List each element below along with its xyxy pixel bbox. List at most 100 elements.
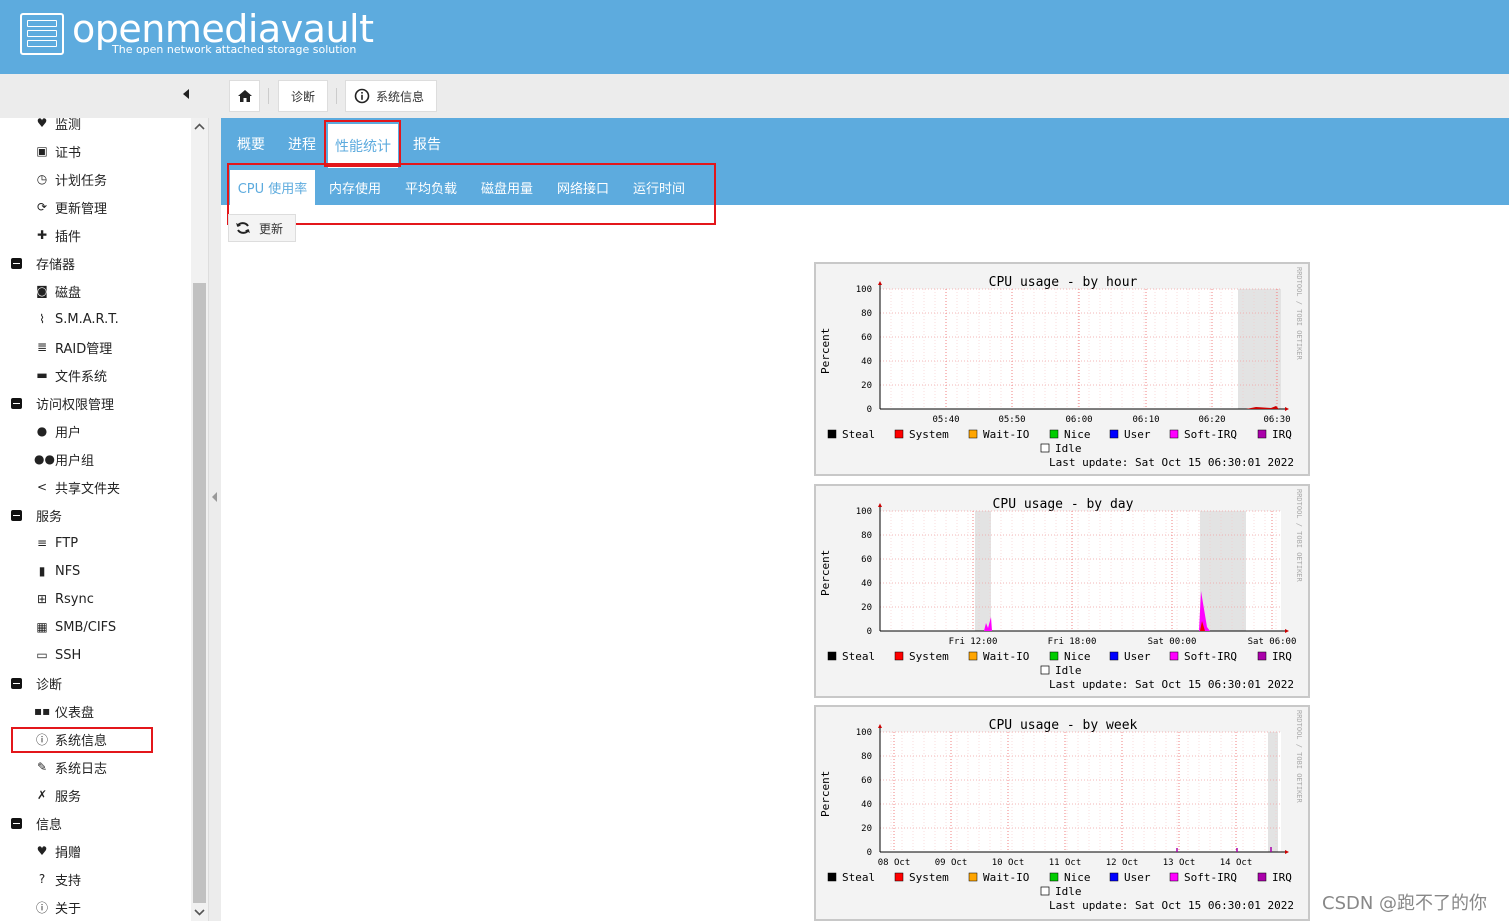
breadcrumb-system-info[interactable]: 系统信息 [345, 80, 437, 112]
sidebar-item-system-log[interactable]: ✎ 系统日志 [34, 755, 107, 779]
x-tick-label: 11 Oct [1049, 858, 1082, 868]
sidebar-item-shared-folders[interactable]: < 共享文件夹 [34, 475, 120, 499]
refresh-button[interactable]: 更新 [228, 214, 296, 242]
y-tick-label: 0 [867, 627, 872, 637]
legend-label: User [1124, 871, 1151, 884]
graph-title: CPU usage - by hour [989, 275, 1138, 290]
collapse-sidebar-icon[interactable] [183, 89, 189, 99]
sidebar-item-about[interactable]: ⓘ 关于 [34, 895, 81, 919]
legend-swatch [894, 872, 904, 882]
legend-swatch [894, 651, 904, 661]
legend-label: User [1124, 650, 1151, 663]
tab-report[interactable]: 报告 [405, 124, 449, 164]
scroll-down-icon[interactable] [191, 905, 208, 919]
night-shade [1268, 732, 1278, 852]
sidebar-item-groups[interactable]: ●● 用户组 [34, 447, 94, 471]
sidebar-item-scheduled-jobs[interactable]: ◷ 计划任务 [34, 167, 107, 191]
graph-title: CPU usage - by week [989, 718, 1138, 733]
home-button[interactable] [229, 80, 260, 112]
sidebar-item-storage[interactable]: 存储器 [11, 251, 75, 275]
heart-icon: ♥ [36, 844, 48, 858]
sidebar-item-monitoring[interactable]: ♥ 监测 [34, 118, 81, 135]
sidebar-item-support[interactable]: ? 支持 [34, 867, 81, 891]
legend-swatch [827, 429, 837, 439]
edit-icon: ✎ [36, 760, 48, 774]
sidebar-item-diagnostics[interactable]: 诊断 [11, 671, 62, 695]
sidebar-item-label: 服务 [36, 509, 63, 525]
legend-swatch [1169, 651, 1179, 661]
sidebar-item-label: 信息 [36, 817, 63, 833]
sidebar-item-smb-cifs[interactable]: ▦ SMB/CIFS [34, 615, 116, 639]
legend-label: User [1124, 428, 1151, 441]
disk-icon: ◙ [36, 284, 48, 298]
collapse-section-icon[interactable] [11, 509, 22, 521]
sidebar-item-file-systems[interactable]: ▬ 文件系统 [34, 363, 107, 387]
sidebar-item-label: 用户组 [55, 453, 95, 469]
sidebar-item-smart[interactable]: ⌇ S.M.A.R.T. [34, 307, 119, 331]
sidebar-item-dashboard[interactable]: ▪▪ 仪表盘 [34, 699, 94, 723]
sidebar-item-ssh[interactable]: ▭ SSH [34, 643, 81, 667]
highlight-system-info [11, 727, 153, 753]
legend-swatch-idle [1040, 886, 1050, 896]
sidebar-item-plugins[interactable]: ✚ 插件 [34, 223, 81, 247]
terminal-icon: ▭ [36, 648, 48, 662]
collapse-section-icon[interactable] [11, 257, 22, 269]
sidebar-item-update-management[interactable]: ⟳ 更新管理 [34, 195, 107, 219]
refresh-icon: ⟳ [36, 200, 48, 214]
legend-label: Steal [842, 428, 875, 441]
night-shade [1238, 289, 1281, 409]
tab-overview[interactable]: 概要 [229, 124, 273, 164]
sidebar-item-ftp[interactable]: ≡ FTP [34, 531, 78, 555]
sidebar-item-label: NFS [55, 563, 81, 579]
calendar-clock-icon: ◷ [36, 172, 48, 186]
info-icon [354, 88, 370, 104]
sidebar-item-users[interactable]: ● 用户 [34, 419, 81, 443]
y-axis-label: Percent [819, 328, 832, 374]
sidebar-item-info[interactable]: 信息 [11, 811, 62, 835]
sidebar-item-nfs[interactable]: ▮ NFS [34, 559, 81, 583]
y-tick-label: 20 [861, 381, 872, 391]
x-tick-label: 06:00 [1065, 415, 1092, 425]
legend-label: IRQ [1272, 871, 1292, 884]
legend-swatch [1257, 429, 1267, 439]
sidebar-item-label: 共享文件夹 [55, 481, 121, 497]
sidebar-item-label: 存储器 [36, 257, 76, 273]
y-tick-label: 100 [856, 728, 872, 738]
collapse-section-icon[interactable] [11, 677, 22, 689]
y-tick-label: 20 [861, 824, 872, 834]
heartbeat-icon: ♥ [36, 118, 48, 130]
sidebar-item-label: S.M.A.R.T. [55, 311, 119, 327]
last-update: Last update: Sat Oct 15 06:30:01 2022 [1049, 678, 1294, 691]
certificate-icon: ▣ [36, 144, 48, 158]
legend-label: Soft-IRQ [1184, 428, 1237, 441]
scroll-up-icon[interactable] [191, 120, 208, 134]
y-axis-arrow [878, 724, 882, 728]
sidebar-item-services[interactable]: 服务 [11, 503, 62, 527]
app-header: openmediavault The open network attached… [0, 0, 1509, 74]
x-tick-label: 13 Oct [1163, 858, 1196, 868]
sidebar-item-certificates[interactable]: ▣ 证书 [34, 139, 81, 163]
legend-swatch-idle [1040, 665, 1050, 675]
share-icon: < [36, 480, 48, 494]
graph-title: CPU usage - by day [993, 497, 1134, 512]
panel-splitter[interactable] [209, 118, 221, 921]
legend-swatch [1169, 872, 1179, 882]
sidebar-item-label: 服务 [55, 789, 82, 805]
breadcrumb-diagnostics[interactable]: 诊断 [278, 80, 328, 112]
collapse-section-icon[interactable] [11, 397, 22, 409]
windows-icon: ▦ [36, 620, 48, 634]
collapse-section-icon[interactable] [11, 817, 22, 829]
y-tick-label: 40 [861, 800, 872, 810]
legend-swatch [968, 872, 978, 882]
sidebar-item-services-diag[interactable]: ✗ 服务 [34, 783, 81, 807]
sidebar-item-donate[interactable]: ♥ 捐赠 [34, 839, 81, 863]
legend-label-idle: Idle [1055, 885, 1082, 898]
y-tick-label: 40 [861, 357, 872, 367]
folder-icon: ▬ [36, 368, 48, 382]
sidebar-scroll-thumb[interactable] [193, 283, 206, 903]
sidebar-item-disks[interactable]: ◙ 磁盘 [34, 279, 81, 303]
sidebar-item-raid-management[interactable]: ≣ RAID管理 [34, 335, 112, 359]
sidebar-item-access-rights[interactable]: 访问权限管理 [11, 391, 114, 415]
tab-processes[interactable]: 进程 [280, 124, 324, 164]
sidebar-item-rsync[interactable]: ⊞ Rsync [34, 587, 94, 611]
